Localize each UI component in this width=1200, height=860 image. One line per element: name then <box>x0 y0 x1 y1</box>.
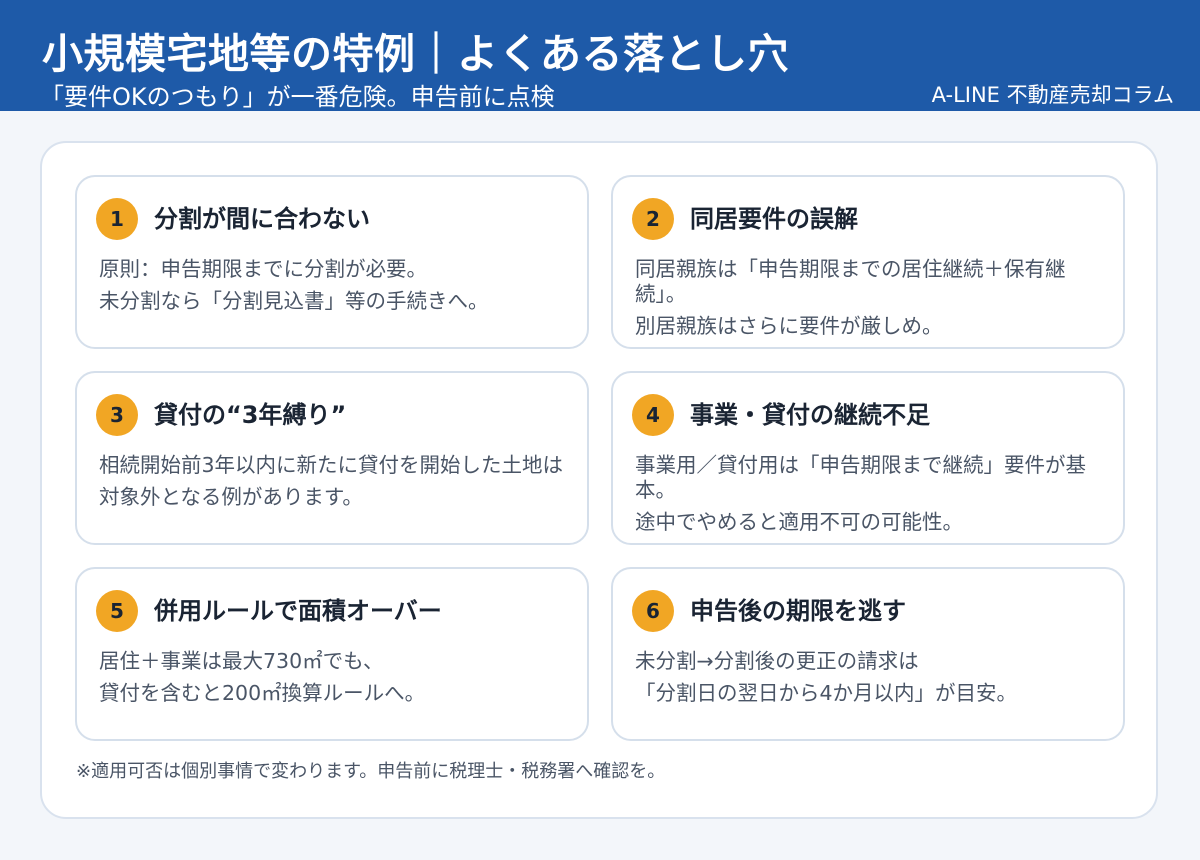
card-body: 未分割→分割後の更正の請求は 「分割日の翌日から4か月以内」が目安。 <box>635 649 1103 713</box>
card-body-line: 対象外となる例があります。 <box>99 485 363 509</box>
card-body-line: 別居親族はさらに要件が厳しめ。 <box>635 314 943 338</box>
pitfall-card-1: 1 分割が間に合わない 原則：申告期限までに分割が必要。 未分割なら「分割見込書… <box>75 175 589 349</box>
pitfall-card-4: 4 事業・貸付の継続不足 事業用／貸付用は「申告期限まで継続」要件が基本。 途中… <box>611 371 1125 545</box>
card-body-line: 同居親族は「申告期限までの居住継続＋保有継続」。 <box>635 257 1066 306</box>
footnote: ※適用可否は個別事情で変わります。申告前に税理士・税務署へ確認を。 <box>76 761 666 782</box>
card-body-line: 原則：申告期限までに分割が必要。 <box>99 257 427 281</box>
card-body: 同居親族は「申告期限までの居住継続＋保有継続」。 別居親族はさらに要件が厳しめ。 <box>635 257 1103 346</box>
number-badge: 3 <box>96 394 138 436</box>
number-badge: 1 <box>96 198 138 240</box>
number-badge: 5 <box>96 590 138 632</box>
card-title: 併用ルールで面積オーバー <box>154 597 442 625</box>
pitfall-card-3: 3 貸付の“3年縛り” 相続開始前3年以内に新たに貸付を開始した土地は 対象外と… <box>75 371 589 545</box>
card-body: 原則：申告期限までに分割が必要。 未分割なら「分割見込書」等の手続きへ。 <box>99 257 567 321</box>
card-body: 居住＋事業は最大730㎡でも、 貸付を含むと200㎡換算ルールへ。 <box>99 649 567 713</box>
card-title: 同居要件の誤解 <box>690 205 858 233</box>
card-title: 事業・貸付の継続不足 <box>690 401 930 429</box>
page-title: 小規模宅地等の特例｜よくある落とし穴 <box>42 30 789 78</box>
card-body: 事業用／貸付用は「申告期限まで継続」要件が基本。 途中でやめると適用不可の可能性… <box>635 453 1103 542</box>
number-badge: 2 <box>632 198 674 240</box>
page-subtitle: 「要件OKのつもり」が一番危険。申告前に点検 <box>40 83 555 111</box>
card-body-line: 貸付を含むと200㎡換算ルールへ。 <box>99 681 426 705</box>
card-body-line: 途中でやめると適用不可の可能性。 <box>635 510 963 534</box>
card-body: 相続開始前3年以内に新たに貸付を開始した土地は 対象外となる例があります。 <box>99 453 567 517</box>
card-body-line: 相続開始前3年以内に新たに貸付を開始した土地は <box>99 453 564 477</box>
card-title: 貸付の“3年縛り” <box>154 401 347 429</box>
number-badge: 4 <box>632 394 674 436</box>
card-body-line: 居住＋事業は最大730㎡でも、 <box>99 649 384 673</box>
card-title: 申告後の期限を逃す <box>690 597 906 625</box>
card-body-line: 未分割→分割後の更正の請求は <box>635 649 919 673</box>
brand-label: A-LINE 不動産売却コラム <box>931 83 1174 107</box>
header-banner: 小規模宅地等の特例｜よくある落とし穴 「要件OKのつもり」が一番危険。申告前に点… <box>0 0 1200 111</box>
card-body-line: 未分割なら「分割見込書」等の手続きへ。 <box>99 289 489 313</box>
card-body-line: 「分割日の翌日から4か月以内」が目安。 <box>635 681 1018 705</box>
pitfall-card-2: 2 同居要件の誤解 同居親族は「申告期限までの居住継続＋保有継続」。 別居親族は… <box>611 175 1125 349</box>
pitfall-card-5: 5 併用ルールで面積オーバー 居住＋事業は最大730㎡でも、 貸付を含むと200… <box>75 567 589 741</box>
number-badge: 6 <box>632 590 674 632</box>
card-body-line: 事業用／貸付用は「申告期限まで継続」要件が基本。 <box>635 453 1086 502</box>
pitfall-card-6: 6 申告後の期限を逃す 未分割→分割後の更正の請求は 「分割日の翌日から4か月以… <box>611 567 1125 741</box>
card-title: 分割が間に合わない <box>154 205 370 233</box>
